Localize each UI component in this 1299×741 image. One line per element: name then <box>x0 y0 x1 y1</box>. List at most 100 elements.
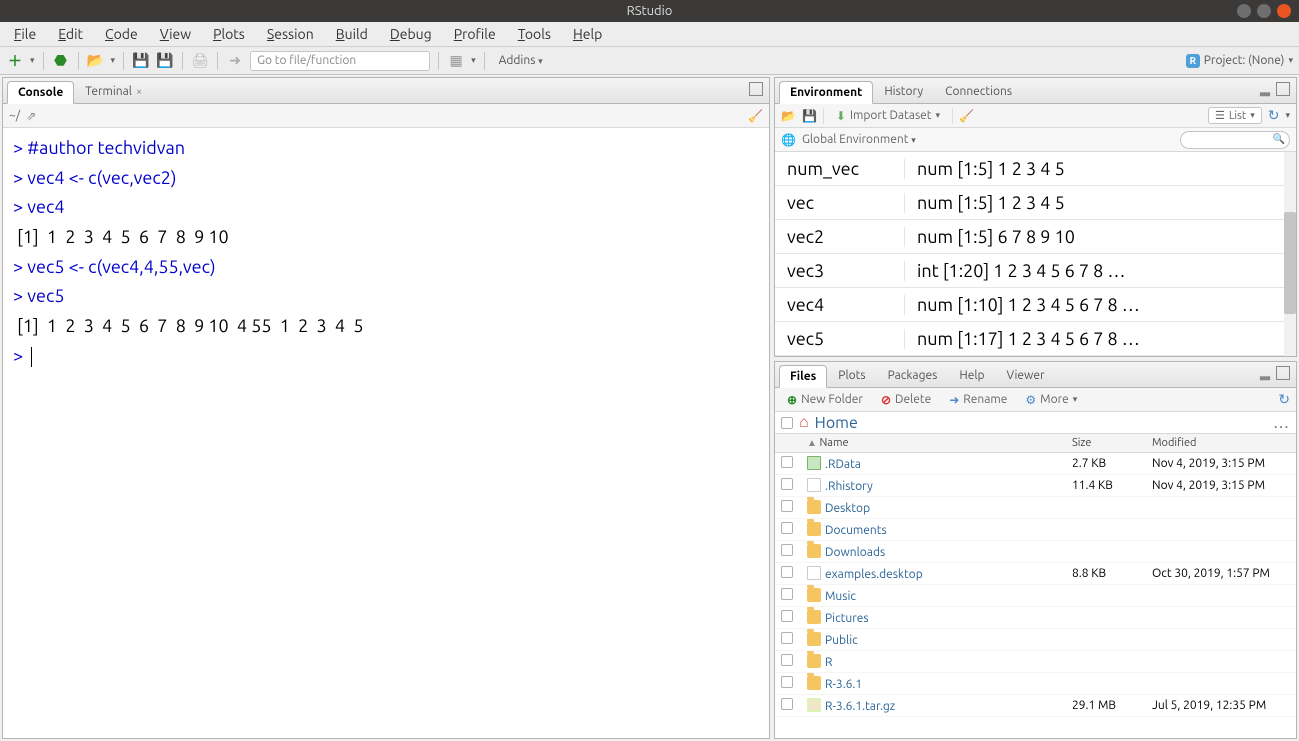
env-var-row[interactable]: vec2num [1:5] 6 7 8 9 10 <box>775 220 1296 254</box>
scope-selector[interactable]: Global Environment ▾ <box>802 133 916 146</box>
menu-plots[interactable]: Plots <box>207 24 251 44</box>
home-icon[interactable]: ⌂ <box>799 413 809 432</box>
save-workspace-icon[interactable]: 💾 <box>802 109 817 123</box>
tab-environment[interactable]: Environment <box>779 81 873 104</box>
env-var-row[interactable]: num_vecnum [1:5] 1 2 3 4 5 <box>775 152 1296 186</box>
cwd-browse-icon[interactable]: ⇗ <box>26 109 36 123</box>
env-var-row[interactable]: vec5num [1:17] 1 2 3 4 5 6 7 8 … <box>775 322 1296 356</box>
new-file-icon[interactable]: ＋ <box>6 52 24 70</box>
tab-files[interactable]: Files <box>779 365 827 388</box>
tab-help[interactable]: Help <box>948 364 995 387</box>
menu-view[interactable]: View <box>154 24 197 44</box>
menu-profile[interactable]: Profile <box>448 24 502 44</box>
path-more-icon[interactable]: … <box>1273 414 1290 432</box>
menu-session[interactable]: Session <box>261 24 320 44</box>
file-checkbox[interactable] <box>781 522 793 534</box>
rename-button[interactable]: ➜Rename <box>943 393 1013 407</box>
file-checkbox[interactable] <box>781 566 793 578</box>
env-search-input[interactable] <box>1180 131 1290 149</box>
file-row[interactable]: R-3.6.1 <box>775 673 1296 695</box>
env-var-row[interactable]: vecnum [1:5] 1 2 3 4 5 <box>775 186 1296 220</box>
tab-console[interactable]: Console <box>7 81 74 104</box>
file-checkbox[interactable] <box>781 698 793 710</box>
tab-packages[interactable]: Packages <box>877 364 949 387</box>
file-name[interactable]: .Rhistory <box>825 480 873 493</box>
refresh-files-icon[interactable]: ↻ <box>1278 391 1290 408</box>
file-row[interactable]: .Rhistory11.4 KBNov 4, 2019, 3:15 PM <box>775 475 1296 497</box>
env-var-row[interactable]: vec4num [1:10] 1 2 3 4 5 6 7 8 … <box>775 288 1296 322</box>
col-modified[interactable]: Modified <box>1146 434 1296 453</box>
file-row[interactable]: Music <box>775 585 1296 607</box>
file-row[interactable]: R-3.6.1.tar.gz29.1 MBJul 5, 2019, 12:35 … <box>775 695 1296 717</box>
tab-terminal[interactable]: Terminal× <box>74 80 153 103</box>
select-all-checkbox[interactable] <box>781 417 793 429</box>
clear-env-icon[interactable]: 🧹 <box>959 109 974 123</box>
console-output[interactable]: > #author techvidvan> vec4 <- c(vec,vec2… <box>3 128 769 738</box>
close-icon[interactable]: × <box>136 86 142 98</box>
file-checkbox[interactable] <box>781 544 793 556</box>
file-checkbox[interactable] <box>781 588 793 600</box>
col-name[interactable]: ▲ Name <box>801 434 1066 453</box>
file-row[interactable]: Pictures <box>775 607 1296 629</box>
tab-viewer[interactable]: Viewer <box>995 364 1055 387</box>
file-row[interactable]: .RData2.7 KBNov 4, 2019, 3:15 PM <box>775 453 1296 475</box>
menu-help[interactable]: Help <box>567 24 608 44</box>
load-workspace-icon[interactable]: 📂 <box>781 109 796 123</box>
clear-console-icon[interactable]: 🧹 <box>748 109 763 123</box>
file-name[interactable]: Public <box>825 634 858 647</box>
grid-icon[interactable]: ▦ <box>447 52 465 70</box>
pane-collapse-button[interactable] <box>749 82 763 96</box>
menu-tools[interactable]: Tools <box>512 24 557 44</box>
open-file-icon[interactable]: 📂 <box>87 52 105 70</box>
save-icon[interactable]: 💾 <box>132 52 150 70</box>
tab-history[interactable]: History <box>873 80 934 103</box>
pane-maximize-button[interactable] <box>1276 366 1290 380</box>
new-folder-button[interactable]: ⊕New Folder <box>781 393 869 407</box>
scrollbar[interactable] <box>1284 152 1296 356</box>
tab-connections[interactable]: Connections <box>934 80 1023 103</box>
file-name[interactable]: Downloads <box>825 546 885 559</box>
pane-maximize-button[interactable] <box>1276 82 1290 96</box>
file-checkbox[interactable] <box>781 632 793 644</box>
close-button[interactable] <box>1277 4 1291 18</box>
file-checkbox[interactable] <box>781 478 793 490</box>
print-icon[interactable]: 🖨 <box>191 52 209 70</box>
file-name[interactable]: .RData <box>825 458 861 471</box>
project-selector[interactable]: R Project: (None) ▾ <box>1186 54 1293 68</box>
addins-menu[interactable]: Addins ▾ <box>493 54 549 67</box>
menu-build[interactable]: Build <box>330 24 374 44</box>
view-mode-list[interactable]: ☰ List ▾ <box>1208 107 1262 124</box>
file-name[interactable]: R-3.6.1 <box>825 678 862 691</box>
pane-minimize-icon[interactable]: ▂ <box>1260 82 1270 97</box>
file-checkbox[interactable] <box>781 676 793 688</box>
file-row[interactable]: Downloads <box>775 541 1296 563</box>
refresh-icon[interactable]: ↻ <box>1268 107 1280 124</box>
file-name[interactable]: R <box>825 656 833 669</box>
minimize-button[interactable] <box>1237 4 1251 18</box>
file-checkbox[interactable] <box>781 654 793 666</box>
new-project-icon[interactable]: ⬣ <box>52 52 70 70</box>
import-dataset-button[interactable]: ⬇Import Dataset ▾ <box>830 109 946 123</box>
file-checkbox[interactable] <box>781 610 793 622</box>
file-name[interactable]: Music <box>825 590 856 603</box>
col-size[interactable]: Size <box>1066 434 1146 453</box>
file-name[interactable]: Pictures <box>825 612 869 625</box>
maximize-button[interactable] <box>1257 4 1271 18</box>
file-name[interactable]: Desktop <box>825 502 870 515</box>
save-all-icon[interactable]: 💾 <box>156 52 174 70</box>
more-button[interactable]: ⚙More ▾ <box>1019 393 1083 407</box>
file-checkbox[interactable] <box>781 456 793 468</box>
file-row[interactable]: Desktop <box>775 497 1296 519</box>
file-checkbox[interactable] <box>781 500 793 512</box>
menu-code[interactable]: Code <box>99 24 144 44</box>
menu-file[interactable]: File <box>8 24 42 44</box>
goto-file-input[interactable]: Go to file/function <box>250 51 430 71</box>
file-name[interactable]: R-3.6.1.tar.gz <box>825 700 895 713</box>
file-row[interactable]: R <box>775 651 1296 673</box>
file-name[interactable]: Documents <box>825 524 887 537</box>
pane-minimize-icon[interactable]: ▂ <box>1260 366 1270 381</box>
file-row[interactable]: Public <box>775 629 1296 651</box>
file-row[interactable]: Documents <box>775 519 1296 541</box>
delete-button[interactable]: ⊘Delete <box>875 393 937 407</box>
tab-plots[interactable]: Plots <box>827 364 876 387</box>
